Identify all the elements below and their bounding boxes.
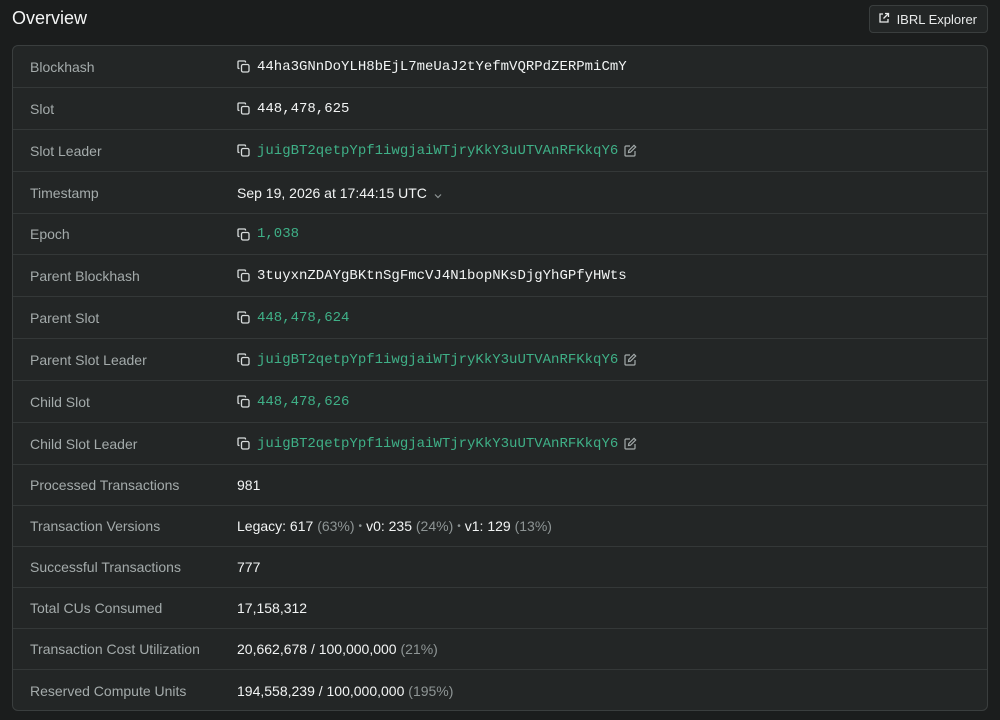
copy-icon[interactable] (237, 437, 250, 450)
row-label: Blockhash (30, 58, 95, 75)
total-cus-value: 17,158,312 (237, 600, 308, 616)
row-label: Total CUs Consumed (30, 600, 163, 616)
row-label: Processed Transactions (30, 477, 180, 493)
copy-icon[interactable] (237, 60, 250, 73)
row-label: Reserved Compute Units (30, 682, 187, 699)
row-label: Slot Leader (30, 142, 102, 159)
copy-icon[interactable] (237, 102, 250, 115)
row-label: Parent Blockhash (30, 267, 140, 284)
external-link-icon (878, 12, 890, 27)
row-label: Child Slot (30, 393, 90, 410)
v0-pct: (24%) (415, 518, 454, 534)
timestamp-value: Sep 19, 2026 at 17:44:15 UTC (237, 184, 427, 201)
copy-icon[interactable] (237, 227, 250, 241)
parent-blockhash-value: 3tuyxnZDAYgBKtnSgFmcVJ4N1bopNKsDjgYhGPfy… (257, 267, 627, 284)
separator: • (457, 520, 461, 532)
row-transaction-versions: Transaction Versions Legacy: 617 (63%) •… (13, 506, 987, 547)
row-child-slot: Child Slot 448,478,626 (13, 381, 987, 423)
row-label: Epoch (30, 226, 70, 242)
slot-value: 448,478,625 (257, 100, 350, 117)
row-successful-transactions: Successful Transactions 777 (13, 547, 987, 588)
timestamp-dropdown[interactable]: Sep 19, 2026 at 17:44:15 UTC (237, 185, 443, 201)
row-label: Transaction Versions (30, 518, 161, 534)
overview-table: Blockhash 44ha3GNnDoYLH8bEjL7meUaJ2tYefm… (12, 45, 988, 711)
row-parent-slot-leader: Parent Slot Leader juigBT2qetpYpf1iwgjai… (13, 339, 987, 381)
row-label: Successful Transactions (30, 559, 181, 575)
v0-count: v0: 235 (366, 518, 412, 534)
edit-icon[interactable] (624, 437, 637, 450)
separator: • (358, 520, 363, 532)
row-tx-cost-utilization: Transaction Cost Utilization 20,662,678 … (13, 629, 987, 670)
row-total-cus: Total CUs Consumed 17,158,312 (13, 588, 987, 629)
child-slot-leader-link[interactable]: juigBT2qetpYpf1iwgjaiWTjryKkY3uUTVAnRFKk… (257, 436, 618, 452)
row-label: Timestamp (30, 184, 99, 201)
ibrl-explorer-label: IBRL Explorer (896, 11, 977, 27)
row-label: Parent Slot Leader (30, 351, 147, 368)
edit-icon[interactable] (624, 144, 637, 157)
row-label: Parent Slot (30, 309, 100, 326)
legacy-count: Legacy: 617 (237, 518, 314, 534)
page-title: Overview (12, 8, 88, 28)
ibrl-explorer-button[interactable]: IBRL Explorer (868, 5, 988, 33)
slot-leader-link[interactable]: juigBT2qetpYpf1iwgjaiWTjryKkY3uUTVAnRFKk… (257, 143, 618, 159)
copy-icon[interactable] (237, 144, 250, 157)
row-reserved-compute-units: Reserved Compute Units 194,558,239 / 100… (13, 670, 987, 710)
epoch-link[interactable]: 1,038 (257, 226, 299, 242)
row-slot-leader: Slot Leader juigBT2qetpYpf1iwgjaiWTjryKk… (13, 130, 987, 172)
copy-icon[interactable] (237, 269, 250, 282)
row-slot: Slot 448,478,625 (13, 88, 987, 130)
edit-icon[interactable] (624, 353, 637, 366)
successful-transactions-value: 777 (237, 559, 261, 575)
copy-icon[interactable] (237, 353, 250, 366)
row-processed-transactions: Processed Transactions 981 (13, 465, 987, 506)
parent-slot-leader-link[interactable]: juigBT2qetpYpf1iwgjaiWTjryKkY3uUTVAnRFKk… (257, 352, 618, 368)
v1-pct: (13%) (514, 518, 552, 534)
row-timestamp: Timestamp Sep 19, 2026 at 17:44:15 UTC (13, 172, 987, 214)
page-header: Overview IBRL Explorer (0, 0, 1000, 38)
tx-cost-utilization-value: 20,662,678 / 100,000,000 (237, 641, 397, 657)
reserved-compute-units-pct: (195%) (408, 682, 454, 699)
row-label: Transaction Cost Utilization (30, 641, 200, 657)
v1-count: v1: 129 (464, 518, 511, 534)
row-label: Child Slot Leader (30, 435, 138, 452)
copy-icon[interactable] (237, 395, 250, 408)
row-parent-blockhash: Parent Blockhash 3tuyxnZDAYgBKtnSgFmcVJ4… (13, 255, 987, 297)
parent-slot-link[interactable]: 448,478,624 (257, 310, 349, 326)
reserved-compute-units-value: 194,558,239 / 100,000,000 (237, 682, 405, 699)
row-child-slot-leader: Child Slot Leader juigBT2qetpYpf1iwgjaiW… (13, 423, 987, 465)
copy-icon[interactable] (237, 311, 250, 324)
blockhash-value: 44ha3GNnDoYLH8bEjL7meUaJ2tYefmVQRPdZERPm… (257, 58, 627, 75)
tx-cost-utilization-pct: (21%) (400, 641, 438, 657)
row-label: Slot (30, 100, 55, 117)
processed-transactions-value: 981 (237, 477, 261, 493)
legacy-pct: (63%) (317, 518, 355, 534)
chevron-down-icon (433, 188, 443, 198)
row-blockhash: Blockhash 44ha3GNnDoYLH8bEjL7meUaJ2tYefm… (13, 46, 987, 88)
child-slot-link[interactable]: 448,478,626 (257, 394, 349, 410)
row-parent-slot: Parent Slot 448,478,624 (13, 297, 987, 339)
row-epoch: Epoch 1,038 (13, 214, 987, 255)
